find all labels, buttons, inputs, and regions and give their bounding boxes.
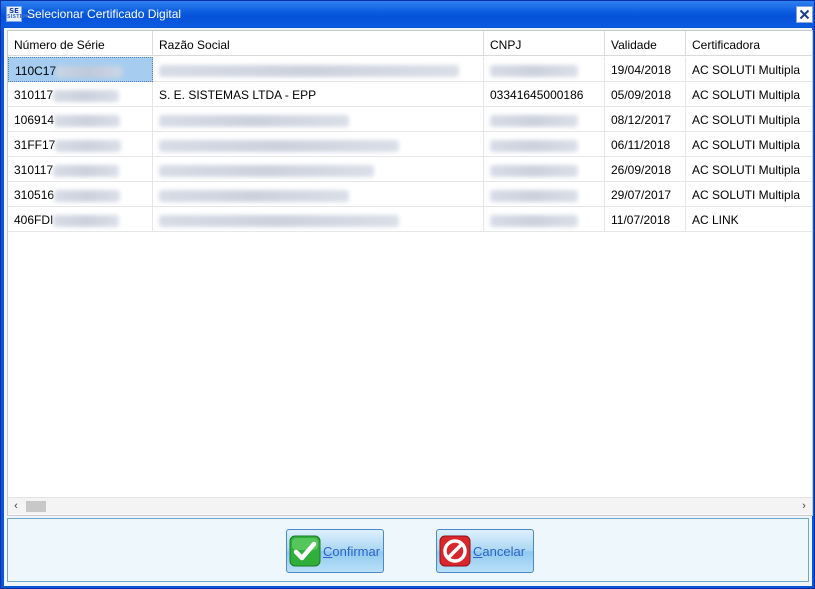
cell-validade: 29/07/2017 xyxy=(605,182,686,207)
column-header-certificadora[interactable]: Certificadora xyxy=(686,31,812,55)
cell-certificadora: AC SOLUTI Multipla xyxy=(692,163,801,177)
cell-razao-social xyxy=(153,132,484,157)
table-row[interactable]: 110C17 19/04/2018 AC SOLUTI Multipla xyxy=(8,57,812,82)
redacted-text xyxy=(53,89,120,102)
redacted-text xyxy=(54,114,121,127)
cancel-icon xyxy=(439,535,471,567)
redacted-text xyxy=(159,214,399,227)
close-icon xyxy=(799,9,810,20)
cell-validade: 05/09/2018 xyxy=(605,82,686,107)
close-button[interactable] xyxy=(796,6,813,23)
column-header-validade[interactable]: Validade xyxy=(605,31,686,55)
cell-validade: 11/07/2018 xyxy=(605,207,686,232)
cell-razao-social xyxy=(153,182,484,207)
dialog-client-area: Número de Série Razão Social CNPJ Valida… xyxy=(4,28,813,586)
redacted-text xyxy=(53,164,120,177)
title-bar[interactable]: SE SISTEMAS Selecionar Certificado Digit… xyxy=(1,1,814,27)
redacted-text xyxy=(159,189,349,202)
column-header-cnpj[interactable]: CNPJ xyxy=(484,31,605,55)
cell-certificadora: AC SOLUTI Multipla xyxy=(692,88,801,102)
redacted-text xyxy=(56,65,123,78)
cell-razao-social xyxy=(153,107,484,132)
cell-cnpj xyxy=(484,207,605,232)
cell-validade: 08/12/2017 xyxy=(605,107,686,132)
app-icon: SE SISTEMAS xyxy=(6,6,36,22)
dialog-window: SE SISTEMAS Selecionar Certificado Digit… xyxy=(0,0,815,589)
redacted-text xyxy=(490,64,578,77)
table-row[interactable]: 106914 08/12/2017 AC SOLUTI Multipla xyxy=(8,107,812,132)
column-header-serial[interactable]: Número de Série xyxy=(8,31,153,55)
button-panel: Confirmar Cancelar xyxy=(7,518,809,582)
horizontal-scrollbar[interactable]: ‹ › xyxy=(8,497,812,514)
cell-serial: 31FF17 xyxy=(8,132,153,157)
cell-cnpj xyxy=(484,182,605,207)
window-title: Selecionar Certificado Digital xyxy=(27,7,182,21)
cell-razao-social: S. E. SISTEMAS LTDA - EPP xyxy=(153,82,484,107)
cell-serial: 310117 xyxy=(8,82,153,107)
check-icon xyxy=(289,535,321,567)
table-row[interactable]: 310516 29/07/2017 AC SOLUTI Multipla xyxy=(8,182,812,207)
cell-serial: 110C17 xyxy=(8,57,153,82)
table-row[interactable]: 406FDI 11/07/2018 AC LINK xyxy=(8,207,812,232)
table-row[interactable]: 310117 S. E. SISTEMAS LTDA - EPP 033416450… xyxy=(8,82,812,107)
cell-cnpj xyxy=(484,57,605,82)
redacted-text xyxy=(490,189,578,202)
cell-validade: 26/09/2018 xyxy=(605,157,686,182)
cell-cnpj xyxy=(484,107,605,132)
cell-serial: 106914 xyxy=(8,107,153,132)
redacted-text xyxy=(159,64,459,77)
redacted-text xyxy=(54,189,121,202)
confirm-label: Confirmar xyxy=(323,543,381,559)
cell-certificadora: AC SOLUTI Multipla xyxy=(692,63,801,77)
cell-certificadora: AC SOLUTI Multipla xyxy=(692,188,801,202)
cancel-label: Cancelar xyxy=(473,543,526,559)
redacted-text xyxy=(490,214,578,227)
cell-validade: 19/04/2018 xyxy=(605,57,686,82)
table-row[interactable]: 310117 26/09/2018 AC SOLUTI Multipla xyxy=(8,157,812,182)
cell-serial: 406FDI xyxy=(8,207,153,232)
certificate-grid[interactable]: Número de Série Razão Social CNPJ Valida… xyxy=(7,30,813,516)
cell-cnpj: 03341645000186 xyxy=(484,82,605,107)
redacted-text xyxy=(490,114,578,127)
scroll-right-icon[interactable]: › xyxy=(798,500,810,512)
cancel-button[interactable]: Cancelar xyxy=(436,529,534,573)
redacted-text xyxy=(490,164,578,177)
cell-certificadora: AC LINK xyxy=(692,213,739,227)
scroll-thumb[interactable] xyxy=(26,501,46,512)
redacted-text xyxy=(55,139,122,152)
cell-razao-social xyxy=(153,57,484,82)
cell-razao-social xyxy=(153,207,484,232)
cell-cnpj xyxy=(484,157,605,182)
redacted-text xyxy=(490,139,578,152)
cell-cnpj xyxy=(484,132,605,157)
redacted-text xyxy=(53,214,120,227)
table-row[interactable]: 31FF17 06/11/2018 AC SOLUTI Multipla xyxy=(8,132,812,157)
redacted-text xyxy=(159,139,399,152)
column-header-razao-social[interactable]: Razão Social xyxy=(153,31,484,55)
grid-header: Número de Série Razão Social CNPJ Valida… xyxy=(8,31,812,56)
cell-razao-social xyxy=(153,157,484,182)
cell-validade: 06/11/2018 xyxy=(605,132,686,157)
cell-serial: 310117 xyxy=(8,157,153,182)
cell-serial: 310516 xyxy=(8,182,153,207)
redacted-text xyxy=(159,164,374,177)
redacted-text xyxy=(159,114,349,127)
cell-certificadora: AC SOLUTI Multipla xyxy=(692,138,801,152)
scroll-left-icon[interactable]: ‹ xyxy=(10,500,22,512)
cell-certificadora: AC SOLUTI Multipla xyxy=(692,113,801,127)
confirm-button[interactable]: Confirmar xyxy=(286,529,384,573)
